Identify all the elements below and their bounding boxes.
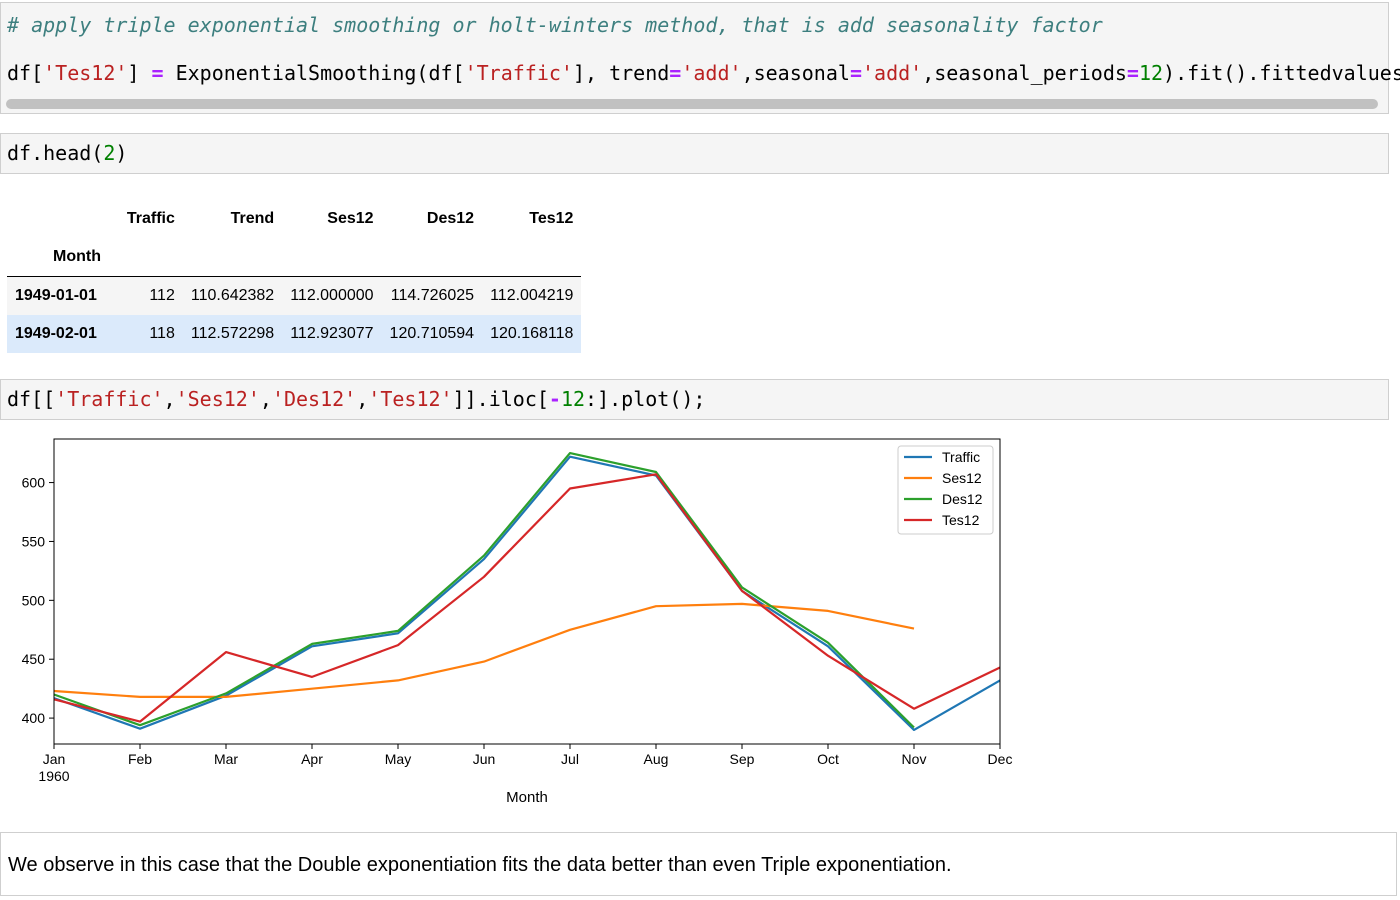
code-line-plot: df[['Traffic','Ses12','Des12','Tes12']].… <box>7 387 705 411</box>
table-cell: 112.923077 <box>290 325 374 342</box>
code-token: , <box>356 387 369 411</box>
code-token: - <box>548 387 561 411</box>
x-tick-label: Dec <box>988 751 1013 767</box>
index-name: Month <box>7 238 119 277</box>
code-token: 'Ses12' <box>175 387 260 411</box>
x-tick-label: Jul <box>561 751 579 767</box>
code-token: , <box>163 387 176 411</box>
row-index: 1949-02-01 <box>15 325 97 342</box>
code-token: 'Traffic' <box>55 387 164 411</box>
code-line-tes12: df['Tes12'] = ExponentialSmoothing(df['T… <box>7 61 1400 85</box>
y-tick-label: 400 <box>22 710 46 726</box>
y-tick-label: 550 <box>22 533 46 549</box>
code-token: 'Tes12' <box>43 61 128 85</box>
column-header: Trend <box>230 210 275 227</box>
x-tick-label: Feb <box>128 751 152 767</box>
x-axis-label: Month <box>506 789 548 806</box>
legend-label: Des12 <box>942 491 983 507</box>
code-token: 'Traffic' <box>464 61 573 85</box>
x-tick-label: Jan <box>43 751 66 767</box>
x-tick-label: Nov <box>902 751 927 767</box>
code-token: df[ <box>7 61 44 85</box>
table-cell: 112.000000 <box>290 287 374 304</box>
table-cell: 118 <box>149 325 175 342</box>
x-tick-label: Mar <box>214 751 238 767</box>
markdown-text: We observe in this case that the Double … <box>8 854 952 876</box>
code-token: ,seasonal_periods <box>922 61 1127 85</box>
code-token: , <box>259 387 272 411</box>
code-cell-exponential-smoothing[interactable]: # apply triple exponential smoothing or … <box>0 2 1400 114</box>
table-cell: 120.168118 <box>490 325 574 342</box>
horizontal-scrollbar[interactable] <box>6 99 1378 109</box>
legend-label: Traffic <box>942 449 980 465</box>
code-token: = <box>669 61 682 85</box>
y-tick-label: 500 <box>22 592 46 608</box>
column-header: Des12 <box>426 210 475 227</box>
x-tick-sublabel: 1960 <box>38 768 69 784</box>
code-token: 'Des12' <box>271 387 357 411</box>
legend-label: Tes12 <box>942 512 980 528</box>
code-token: = <box>849 61 862 85</box>
row-index: 1949-01-01 <box>15 287 97 304</box>
x-tick-label: Sep <box>730 751 755 767</box>
table-cell: 112 <box>149 287 175 304</box>
code-token: ,seasonal <box>741 61 850 85</box>
table-cell: 114.726025 <box>390 287 475 304</box>
table-cell: 112.572298 <box>190 325 275 342</box>
code-token: 12 <box>1138 61 1164 85</box>
code-token: ]].iloc[ <box>452 387 549 411</box>
code-token: :].plot(); <box>585 387 706 411</box>
code-token: ], trend <box>572 61 670 85</box>
code-token: ).fit().fittedvalues <box>1163 61 1400 85</box>
series-line-traffic <box>53 455 1001 731</box>
table-cell: 112.004219 <box>490 287 574 304</box>
column-header: Tes12 <box>529 210 574 227</box>
code-token: 'add' <box>681 61 742 85</box>
code-line-head: df.head(2) <box>7 141 127 165</box>
code-token: 2 <box>103 141 116 165</box>
markdown-cell[interactable]: We observe in this case that the Double … <box>0 832 1397 896</box>
code-token: 12 <box>560 387 586 411</box>
x-tick-label: Aug <box>644 751 669 767</box>
index-corner <box>7 200 119 238</box>
code-token: df[[ <box>7 387 56 411</box>
x-tick-label: May <box>385 751 411 767</box>
dataframe-output: Traffic Trend Ses12 Des12 Tes12 Month 19… <box>7 200 582 353</box>
code-token: ExponentialSmoothing(df[ <box>163 61 465 85</box>
code-cell-plot[interactable]: df[['Traffic','Ses12','Des12','Tes12']].… <box>0 379 1389 420</box>
code-token: ) <box>115 141 128 165</box>
x-tick-label: Apr <box>301 751 323 767</box>
y-tick-label: 450 <box>22 651 46 667</box>
code-token: = <box>151 61 164 85</box>
table-row: 1949-02-01 118 112.572298 112.923077 120… <box>7 315 582 353</box>
code-cell-head[interactable]: df.head(2) <box>0 133 1389 174</box>
x-tick-label: Jun <box>473 751 496 767</box>
line-chart: 400 450 500 550 600 Jan Feb Mar Apr May Jun Jul Aug S… <box>22 438 1013 806</box>
dataframe-column-header-row: Traffic Trend Ses12 Des12 Tes12 <box>7 200 581 238</box>
series-line-tes12 <box>53 473 1001 723</box>
y-tick-label: 600 <box>22 475 46 491</box>
table-row: 1949-01-01 112 110.642382 112.000000 114… <box>7 276 582 315</box>
legend-label: Ses12 <box>942 470 982 486</box>
column-header: Traffic <box>126 210 175 227</box>
code-token: df.head( <box>7 141 104 165</box>
code-comment: # apply triple exponential smoothing or … <box>7 13 1103 37</box>
code-token: 'add' <box>861 61 923 85</box>
column-header: Ses12 <box>327 210 374 227</box>
code-token: 'Tes12' <box>368 387 453 411</box>
plot-frame <box>53 438 1001 745</box>
code-token: = <box>1126 61 1139 85</box>
table-cell: 120.710594 <box>389 325 475 342</box>
x-tick-label: Oct <box>817 751 839 767</box>
code-token: ] <box>127 61 152 85</box>
dataframe-index-name-row: Month <box>7 238 582 277</box>
table-cell: 110.642382 <box>190 287 275 304</box>
